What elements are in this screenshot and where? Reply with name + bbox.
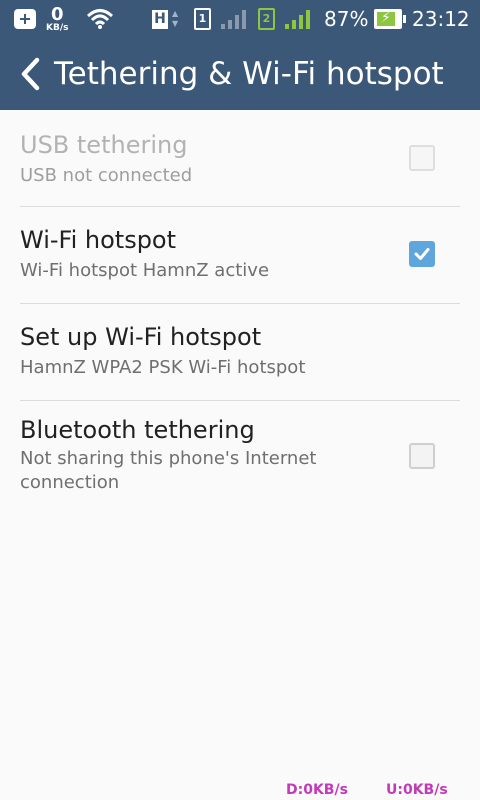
bluetooth-tethering-summary: Not sharing this phone's Internet connec… — [20, 448, 317, 493]
network-type-icon: H — [152, 0, 168, 38]
network-speed-value: 0 — [50, 3, 64, 25]
sim1-signal-icon — [220, 0, 250, 38]
wifi-hotspot-icon — [86, 0, 114, 38]
wifi-hotspot-item[interactable]: Wi-Fi hotspot Wi-Fi hotspot HamnZ active — [0, 207, 480, 304]
battery-charging-icon: ⚡ — [374, 0, 406, 38]
usb-tethering-summary: USB not connected — [20, 165, 193, 186]
bluetooth-tethering-title: Bluetooth tethering — [20, 416, 255, 444]
action-bar: Tethering & Wi-Fi hotspot — [0, 38, 480, 110]
setup-wifi-hotspot-item[interactable]: Set up Wi-Fi hotspot HamnZ WPA2 PSK Wi-F… — [0, 304, 480, 401]
checkmark-icon — [414, 248, 430, 260]
wifi-hotspot-checkbox[interactable] — [409, 241, 435, 267]
setup-wifi-hotspot-title: Set up Wi-Fi hotspot — [20, 323, 262, 351]
back-button[interactable] — [6, 38, 54, 110]
upload-speed: U:0KB/s — [386, 782, 448, 798]
network-speed: 0 KB/s — [46, 0, 68, 38]
page-title: Tethering & Wi-Fi hotspot — [54, 56, 444, 92]
network-type-label: H — [152, 9, 168, 29]
bluetooth-tethering-checkbox[interactable] — [409, 443, 435, 469]
usb-tethering-item[interactable]: USB tethering USB not connected — [0, 110, 480, 207]
clock: 23:12 — [412, 7, 470, 31]
network-speed-unit: KB/s — [46, 22, 69, 33]
sim1-label: 1 — [194, 8, 211, 30]
sim2-label: 2 — [258, 8, 275, 30]
data-activity-icon: ▲ ▼ — [172, 9, 179, 28]
sim2-icon: 2 — [258, 0, 275, 38]
setup-wifi-hotspot-summary: HamnZ WPA2 PSK Wi-Fi hotspot — [20, 357, 306, 378]
usb-debug-icon — [14, 0, 36, 38]
settings-list: USB tethering USB not connected Wi-Fi ho… — [0, 110, 480, 511]
chevron-left-icon — [21, 57, 40, 91]
wifi-hotspot-summary: Wi-Fi hotspot HamnZ active — [20, 260, 270, 281]
wifi-hotspot-title: Wi-Fi hotspot — [20, 226, 177, 254]
usb-tethering-title: USB tethering — [20, 131, 188, 159]
sim2-signal-icon — [284, 0, 314, 38]
download-speed: D:0KB/s — [286, 782, 348, 798]
usb-tethering-checkbox[interactable] — [409, 145, 435, 171]
battery-percent: 87% — [324, 7, 369, 31]
status-bar: 0 KB/s H ▲ ▼ 1 2 87% ⚡ 23:12 — [0, 0, 480, 38]
bluetooth-tethering-item[interactable]: Bluetooth tethering Not sharing this pho… — [0, 401, 480, 511]
sim1-icon: 1 — [194, 0, 211, 38]
